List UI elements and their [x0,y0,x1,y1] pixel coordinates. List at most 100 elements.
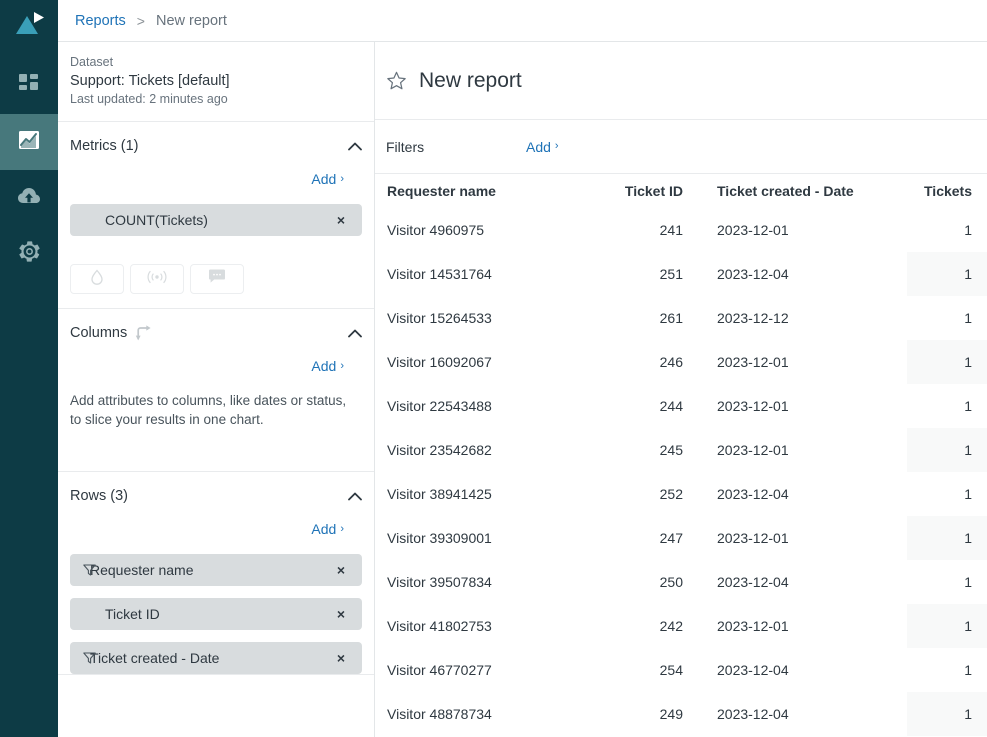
cell-ticket-created-date: 2023-12-12 [717,310,789,326]
chevron-up-icon[interactable] [348,329,362,338]
table-row[interactable]: Visitor 39507834 250 2023-12-04 1 [386,560,987,604]
cell-ticket-created-date: 2023-12-01 [717,222,789,238]
column-header-tickets[interactable]: Tickets [907,174,987,208]
cell-tickets: 1 [907,692,987,736]
table-row[interactable]: Visitor 22543488 244 2023-12-01 1 [386,384,987,428]
cell-ticket-id: 242 [659,618,683,634]
table-row[interactable]: Visitor 14531764 251 2023-12-04 1 [386,252,987,296]
cell-ticket-created-date: 2023-12-01 [717,398,789,414]
cell-ticket-id: 254 [659,662,683,678]
cell-requester-name: Visitor 4960975 [387,222,485,238]
remove-icon[interactable]: × [332,650,350,666]
column-header-ticket-id[interactable]: Ticket ID [601,174,711,208]
cell-requester-name: Visitor 16092067 [387,354,492,370]
cloud-upload-icon [17,185,41,212]
rows-add-label: Add [311,521,337,537]
sidebar-item-uploads[interactable] [0,170,58,226]
filters-add-button[interactable]: Add › [526,139,559,155]
product-logo[interactable] [0,2,58,46]
sidebar-item-settings[interactable] [0,226,58,282]
row-chip-ticket-created-date[interactable]: Ticket created - Date × [70,642,362,674]
sidebar-item-reports[interactable] [0,114,58,170]
sidebar-item-dashboard[interactable] [0,58,58,114]
breadcrumb-separator: > [136,12,145,29]
cell-requester-name: Visitor 46770277 [387,662,492,678]
cell-ticket-id: 247 [659,530,683,546]
cell-requester-name: Visitor 39309001 [387,530,492,546]
remove-icon[interactable]: × [332,562,350,578]
cell-tickets: 1 [964,222,972,238]
chevron-right-icon: › [554,140,559,152]
table-row[interactable]: Visitor 46770277 254 2023-12-04 1 [386,648,987,692]
rows-section: Rows (3) Add › Requester name × Ticket I… [58,472,374,675]
table-row[interactable]: Visitor 41802753 242 2023-12-01 1 [386,604,987,648]
metric-tool-alert[interactable] [130,264,184,294]
cell-ticket-created-date: 2023-12-04 [717,662,789,678]
star-outline-icon[interactable] [386,71,407,91]
cell-tickets: 1 [907,340,987,384]
transpose-arrow-icon[interactable] [135,325,152,341]
cell-requester-name: Visitor 14531764 [387,266,492,282]
cell-ticket-created-date: 2023-12-04 [717,486,789,502]
table-row[interactable]: Visitor 38941425 252 2023-12-04 1 [386,472,987,516]
table-row[interactable]: Visitor 16092067 246 2023-12-01 1 [386,340,987,384]
column-header-ticket-created-date[interactable]: Ticket created - Date [711,174,907,208]
cell-ticket-id: 252 [659,486,683,502]
chevron-right-icon: › [340,522,344,535]
table-row[interactable]: Visitor 23542682 245 2023-12-01 1 [386,428,987,472]
columns-section: Columns Add › Add attributes to columns,… [58,309,374,472]
columns-add-button[interactable]: Add › [311,353,344,379]
breadcrumb-reports-link[interactable]: Reports [75,13,126,29]
dataset-label: Dataset [70,55,114,69]
cell-ticket-created-date: 2023-12-04 [717,706,789,722]
cell-requester-name: Visitor 39507834 [387,574,492,590]
table-row[interactable]: Visitor 48878734 249 2023-12-04 1 [386,692,987,736]
dataset-summary[interactable]: Dataset Support: Tickets [default] Last … [58,42,374,122]
dataset-name: Support: Tickets [default] [70,73,230,89]
page-title: New report [419,68,522,92]
chevron-up-icon[interactable] [348,492,362,501]
remove-icon[interactable]: × [332,212,350,228]
columns-add-label: Add [311,358,337,374]
breadcrumb: Reports > New report [58,0,987,42]
cell-ticket-id: 246 [659,354,683,370]
table-body: Visitor 4960975 241 2023-12-01 1 Visitor 145… [386,208,987,736]
filters-bar: Filters Add › [375,120,987,174]
cell-tickets: 1 [964,486,972,502]
cell-ticket-id: 241 [659,222,683,238]
filters-add-label: Add [526,138,551,155]
table-row[interactable]: Visitor 39309001 247 2023-12-01 1 [386,516,987,560]
chart-report-icon [17,128,41,157]
columns-header: Columns [70,309,362,353]
filters-label: Filters [386,138,425,155]
breadcrumb-current: New report [155,12,227,29]
dataset-updated: Last updated: 2 minutes ago [70,92,228,106]
table-row[interactable]: Visitor 4960975 241 2023-12-01 1 [386,208,987,252]
rows-header: Rows (3) [70,472,362,516]
rows-add-button[interactable]: Add › [311,516,344,542]
column-header-requester-name[interactable]: Requester name [386,174,601,208]
cell-requester-name: Visitor 41802753 [387,618,492,634]
metric-chip[interactable]: COUNT(Tickets) × [70,204,362,236]
table-row[interactable]: Visitor 15264533 261 2023-12-12 1 [386,296,987,340]
metric-chip-label: COUNT(Tickets) [105,212,208,228]
chevron-up-icon[interactable] [348,142,362,151]
report-header: New report [375,42,987,120]
columns-title: Columns [70,325,128,341]
remove-icon[interactable]: × [332,606,350,622]
metrics-add-button[interactable]: Add › [311,166,344,192]
cell-ticket-created-date: 2023-12-01 [717,354,789,370]
row-chip-ticket-id[interactable]: Ticket ID × [70,598,362,630]
columns-add-row: Add › [70,353,362,379]
filter-icon [83,563,96,581]
metric-tool-color[interactable] [70,264,124,294]
cell-tickets: 1 [907,428,987,472]
report-config-panel: Dataset Support: Tickets [default] Last … [58,42,375,737]
row-chip-requester-name[interactable]: Requester name × [70,554,362,586]
cell-ticket-id: 249 [659,706,683,722]
cell-ticket-id: 250 [659,574,683,590]
filter-icon [83,651,96,669]
cell-requester-name: Visitor 38941425 [387,486,492,502]
app-root: Reports > New report Dataset Support: Ti… [0,0,987,737]
metric-tool-comment[interactable] [190,264,244,294]
